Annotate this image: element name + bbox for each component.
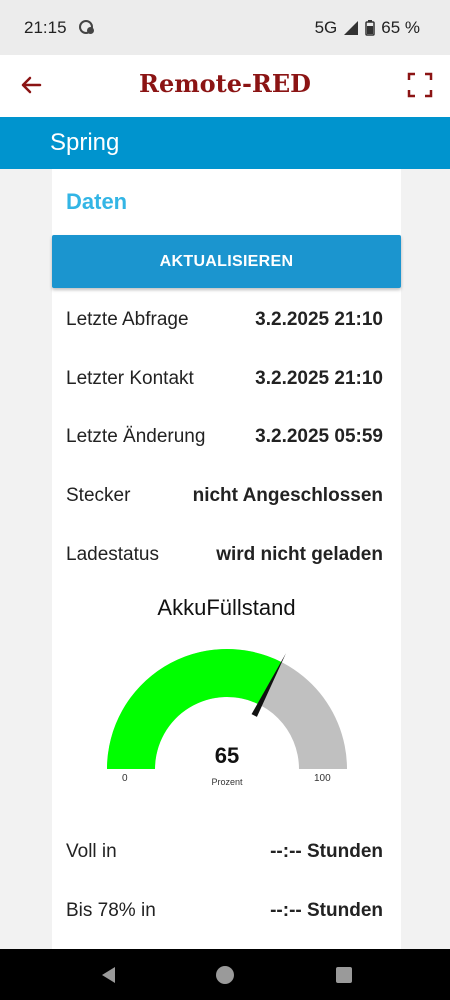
- notification-icon: [79, 20, 94, 34]
- row-label: Bis 78% in: [66, 900, 156, 921]
- status-time: 21:15: [24, 18, 67, 37]
- group-header: Spring: [0, 117, 450, 169]
- system-nav-bar: [0, 949, 450, 1000]
- battery-icon: [365, 20, 375, 36]
- recents-square-icon[interactable]: [333, 964, 355, 986]
- refresh-button[interactable]: AKTUALISIEREN: [52, 235, 401, 288]
- info-row-full-in: Voll in --:-- Stunden: [66, 841, 383, 871]
- row-value: 3.2.2025 21:10: [255, 309, 383, 330]
- battery-gauge: 65 Prozent 0 100: [92, 639, 362, 799]
- info-row-last-change: Letzte Änderung 3.2.2025 05:59: [66, 426, 383, 456]
- gauge-title: AkkuFüllstand: [157, 595, 296, 620]
- app-title: Remote-RED: [139, 69, 311, 98]
- info-row-last-query: Letzte Abfrage 3.2.2025 21:10: [66, 309, 383, 339]
- info-row-last-contact: Letzter Kontakt 3.2.2025 21:10: [66, 368, 383, 398]
- fullscreen-icon[interactable]: [406, 71, 434, 99]
- row-value: --:-- Stunden: [270, 900, 383, 921]
- home-circle-icon[interactable]: [214, 964, 236, 986]
- group-title: Spring: [50, 129, 120, 156]
- row-value: wird nicht geladen: [216, 544, 383, 565]
- gauge-min: 0: [122, 773, 128, 784]
- card-heading: Daten: [66, 189, 128, 214]
- battery-percent: 65 %: [381, 18, 420, 37]
- network-label: 5G: [314, 18, 338, 37]
- gauge-max: 100: [314, 773, 331, 784]
- back-triangle-icon[interactable]: [98, 964, 120, 986]
- info-row-until-78: Bis 78% in --:-- Stunden: [66, 900, 383, 930]
- row-label: Letzte Änderung: [66, 426, 206, 447]
- status-bar: 21:15 5G 65 %: [0, 0, 450, 55]
- row-label: Voll in: [66, 841, 117, 862]
- info-row-charge-status: Ladestatus wird nicht geladen: [66, 544, 383, 574]
- info-row-plug: Stecker nicht Angeschlossen: [66, 485, 383, 515]
- data-card: Daten AKTUALISIEREN Letzte Abfrage 3.2.2…: [52, 169, 401, 949]
- row-value: nicht Angeschlossen: [192, 485, 383, 506]
- row-label: Letzte Abfrage: [66, 309, 189, 330]
- signal-icon: [344, 21, 359, 35]
- gauge-value: 65: [214, 743, 240, 768]
- row-value: 3.2.2025 21:10: [255, 368, 383, 389]
- row-label: Letzter Kontakt: [66, 368, 194, 389]
- status-right: 5G 65 %: [315, 18, 420, 38]
- app-bar: Remote-RED: [0, 55, 450, 117]
- row-label: Stecker: [66, 485, 131, 506]
- row-value: --:-- Stunden: [270, 841, 383, 862]
- row-label: Ladestatus: [66, 544, 159, 565]
- row-value: 3.2.2025 05:59: [255, 426, 383, 447]
